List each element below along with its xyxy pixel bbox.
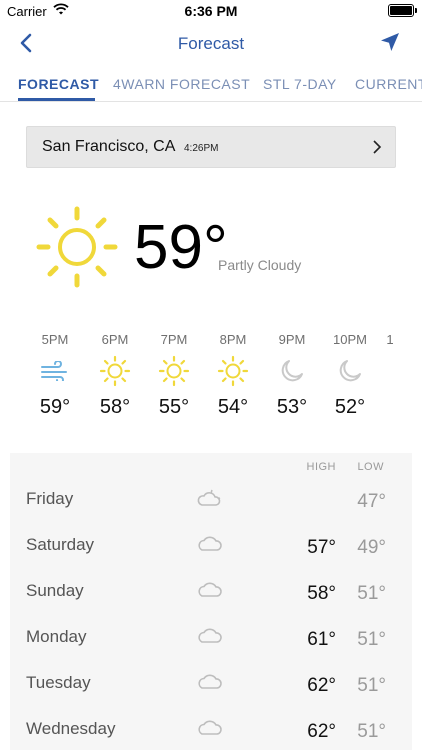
hour-time: 6PM xyxy=(101,332,129,347)
day-high: 61° xyxy=(307,629,336,650)
day-name: Friday xyxy=(26,489,74,508)
hourly-item: 7PM 55° xyxy=(146,332,202,419)
day-name: Wednesday xyxy=(26,719,116,738)
daily-row[interactable]: Saturday 57° 49° xyxy=(10,525,412,571)
daily-row[interactable]: Monday 61° 51° xyxy=(10,617,412,663)
sun-icon xyxy=(146,354,202,388)
daily-row[interactable]: Sunday 58° 51° xyxy=(10,571,412,617)
hourly-item: 9PM 53° xyxy=(264,332,320,419)
low-header: LOW xyxy=(357,461,384,473)
hour-time: 8PM xyxy=(219,332,247,347)
partly-cloudy-night-icon xyxy=(197,489,221,506)
hourly-item: 6PM 58° xyxy=(87,332,143,419)
cloud-icon xyxy=(198,536,222,551)
hourly-item: 5PM 59° xyxy=(27,332,83,419)
hourly-item: 8PM 54° xyxy=(205,332,261,419)
daily-row[interactable]: Wednesday 62° 51° xyxy=(10,709,412,755)
cloud-icon xyxy=(198,628,222,643)
sun-icon xyxy=(87,354,143,388)
hour-time: 7PM xyxy=(160,332,188,347)
day-high: 57° xyxy=(307,537,336,558)
day-name: Saturday xyxy=(26,535,95,554)
daily-row[interactable]: Tuesday 62° 51° xyxy=(10,663,412,709)
day-high: 58° xyxy=(307,583,336,604)
hour-time: 1 xyxy=(386,332,394,347)
day-low: 51° xyxy=(357,721,386,742)
hour-temp: 53° xyxy=(276,396,308,418)
daily-forecast: HIGH LOW Friday 47° Saturday 57° 49° Sun… xyxy=(10,453,412,750)
moon-icon xyxy=(322,354,378,388)
hour-temp: 54° xyxy=(217,396,249,418)
day-name: Tuesday xyxy=(26,673,91,692)
moon-icon xyxy=(264,354,320,388)
hour-temp: 59° xyxy=(39,396,71,418)
sun-icon xyxy=(205,354,261,388)
hour-temp: 52° xyxy=(334,396,366,418)
hourly-item: 1 xyxy=(370,332,410,348)
day-low: 51° xyxy=(357,629,386,650)
cloud-icon xyxy=(198,582,222,597)
hour-temp: 55° xyxy=(158,396,190,418)
daily-row[interactable]: Friday 47° xyxy=(10,479,412,525)
hourly-forecast: 5PM 59° 6PM 58° 7PM 55° 8PM 54° 9PM 53° … xyxy=(0,0,422,440)
hour-time: 5PM xyxy=(41,332,69,347)
day-low: 49° xyxy=(357,537,386,558)
wind-icon xyxy=(27,354,83,388)
day-low: 47° xyxy=(357,491,386,512)
cloud-icon xyxy=(198,720,222,735)
cloud-icon xyxy=(198,674,222,689)
hour-time: 9PM xyxy=(278,332,306,347)
day-high: 62° xyxy=(307,721,336,742)
day-name: Monday xyxy=(26,627,87,646)
day-low: 51° xyxy=(357,583,386,604)
day-low: 51° xyxy=(357,675,386,696)
hour-temp: 58° xyxy=(99,396,131,418)
day-high: 62° xyxy=(307,675,336,696)
day-name: Sunday xyxy=(26,581,84,600)
high-header: HIGH xyxy=(306,461,336,473)
